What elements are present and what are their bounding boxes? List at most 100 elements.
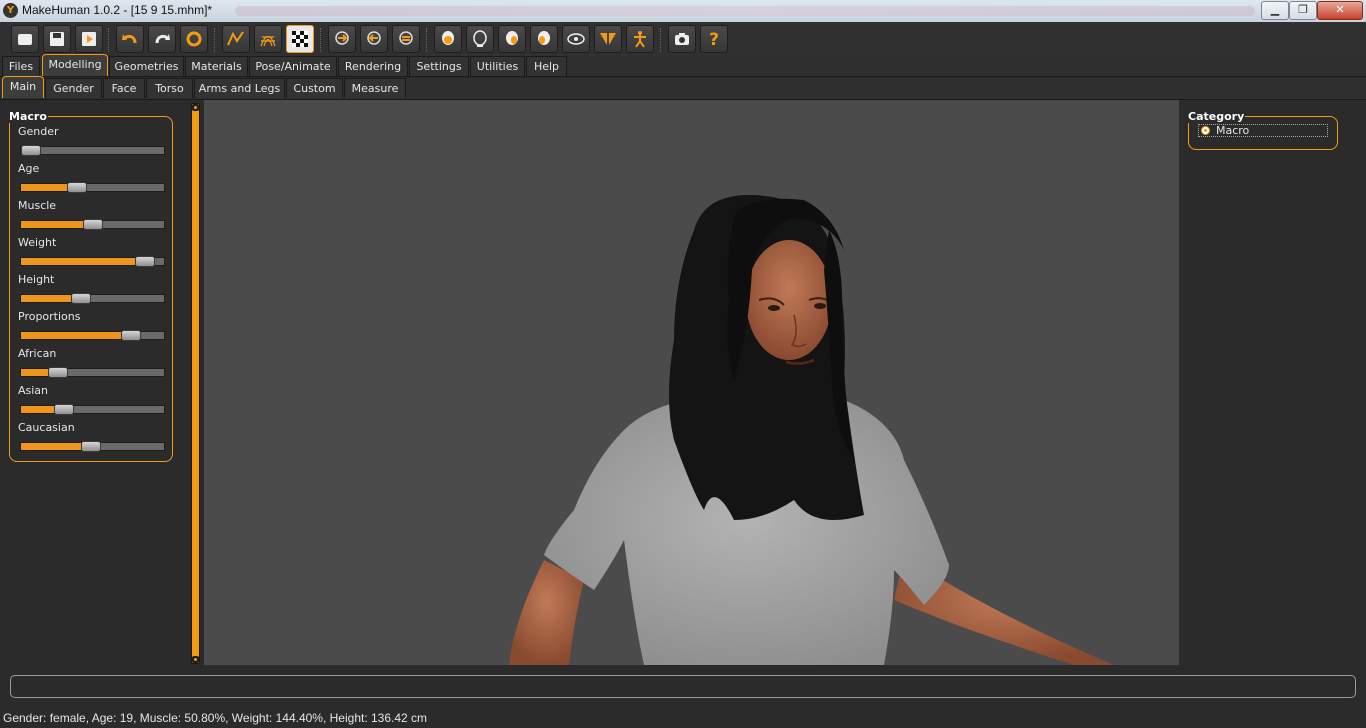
slider-handle[interactable]: [121, 330, 141, 341]
caucasian-slider[interactable]: [20, 441, 165, 452]
slider-handle[interactable]: [21, 145, 41, 156]
category-item-label: Macro: [1216, 124, 1250, 137]
undo-button[interactable]: [116, 25, 144, 53]
face-left-button[interactable]: [498, 25, 526, 53]
slider-label-age: Age: [18, 162, 40, 175]
scroll-up-arrow[interactable]: [192, 104, 199, 111]
top-view-button[interactable]: [562, 25, 590, 53]
undo-icon: [122, 34, 137, 44]
help-icon: ?: [709, 30, 719, 49]
gender-slider[interactable]: [20, 145, 165, 156]
toolbar-separator: [214, 28, 217, 52]
slider-fill: [21, 258, 145, 265]
slider-handle[interactable]: [67, 182, 87, 193]
age-slider[interactable]: [20, 182, 165, 193]
slider-handle[interactable]: [135, 256, 155, 267]
main-tab-bar: Files Modelling Geometries Materials Pos…: [0, 54, 1366, 77]
tab-custom[interactable]: Custom: [286, 78, 343, 98]
help-button[interactable]: ?: [700, 25, 728, 53]
wireframe-button[interactable]: [254, 25, 282, 53]
tab-utilities[interactable]: Utilities: [470, 56, 525, 76]
tab-main[interactable]: Main: [2, 76, 44, 98]
status-text: Gender: female, Age: 19, Muscle: 50.80%,…: [3, 711, 428, 725]
category-item-macro[interactable]: Macro: [1198, 124, 1328, 137]
app-logo-icon: Y: [3, 3, 18, 18]
smooth-icon: [227, 31, 244, 46]
screenshot-icon: [675, 33, 689, 45]
3d-viewport[interactable]: [204, 100, 1179, 665]
smooth-button[interactable]: [222, 25, 250, 53]
bottom-view-icon: [600, 33, 616, 45]
weight-slider[interactable]: [20, 256, 165, 267]
slider-label-asian: Asian: [18, 384, 49, 397]
bottom-view-button[interactable]: [594, 25, 622, 53]
save-icon: [50, 32, 64, 46]
height-slider[interactable]: [20, 293, 165, 304]
tab-materials[interactable]: Materials: [185, 56, 248, 76]
tab-torso[interactable]: Torso: [146, 78, 193, 98]
new-button[interactable]: [11, 25, 39, 53]
window-title: MakeHuman 1.0.2 - [15 9 15.mhm]*: [22, 3, 213, 17]
slider-fill: [21, 332, 131, 339]
save-button[interactable]: [43, 25, 71, 53]
redo-icon: [155, 34, 170, 44]
scroll-down-arrow[interactable]: [192, 656, 199, 663]
left-panel-scrollbar[interactable]: [191, 103, 200, 664]
tab-geometries[interactable]: Geometries: [109, 56, 184, 76]
new-icon: [18, 34, 32, 45]
title-bar-glass: [235, 6, 1255, 16]
close-button[interactable]: ✕: [1317, 1, 1363, 20]
front-view-button[interactable]: [328, 25, 356, 53]
slider-label-gender: Gender: [18, 125, 59, 138]
slider-handle[interactable]: [48, 367, 68, 378]
right-panel: Category Macro: [1180, 100, 1366, 665]
tab-gender[interactable]: Gender: [45, 78, 102, 98]
tab-rendering[interactable]: Rendering: [338, 56, 408, 76]
slider-handle[interactable]: [81, 441, 101, 452]
face-back-button[interactable]: [466, 25, 494, 53]
export-button[interactable]: [75, 25, 103, 53]
tab-face[interactable]: Face: [103, 78, 145, 98]
tab-help[interactable]: Help: [526, 56, 567, 76]
back-view-icon: [367, 31, 381, 45]
macro-title: Macro: [8, 110, 48, 123]
slider-label-african: African: [18, 347, 57, 360]
left-panel: Macro Gender Age Muscle Weight Height Pr…: [0, 100, 190, 665]
slider-label-height: Height: [18, 273, 55, 286]
tab-settings[interactable]: Settings: [409, 56, 469, 76]
face-left-icon: [506, 31, 518, 45]
background-icon: [292, 31, 308, 47]
back-view-button[interactable]: [360, 25, 388, 53]
toolbar-separator: [660, 28, 663, 52]
redo-button[interactable]: [148, 25, 176, 53]
export-icon: [82, 32, 96, 46]
slider-handle[interactable]: [83, 219, 103, 230]
tab-pose-animate[interactable]: Pose/Animate: [249, 56, 337, 76]
tab-arms-and-legs[interactable]: Arms and Legs: [194, 78, 285, 98]
tab-measure[interactable]: Measure: [344, 78, 406, 98]
skeleton-button[interactable]: [626, 25, 654, 53]
african-slider[interactable]: [20, 367, 165, 378]
background-button[interactable]: [286, 25, 314, 53]
maximize-button[interactable]: ❐: [1289, 1, 1317, 20]
tab-files[interactable]: Files: [2, 56, 40, 76]
face-front-button[interactable]: [434, 25, 462, 53]
muscle-slider[interactable]: [20, 219, 165, 230]
slider-handle[interactable]: [71, 293, 91, 304]
side-view-button[interactable]: [392, 25, 420, 53]
top-view-icon: [567, 33, 585, 45]
asian-slider[interactable]: [20, 404, 165, 415]
sub-tab-bar: Main Gender Face Torso Arms and Legs Cus…: [0, 76, 1366, 100]
skeleton-icon: [634, 31, 646, 48]
reset-button[interactable]: [180, 25, 208, 53]
slider-handle[interactable]: [54, 404, 74, 415]
face-right-button[interactable]: [530, 25, 558, 53]
svg-text:?: ?: [709, 30, 719, 49]
tab-modelling[interactable]: Modelling: [42, 54, 108, 76]
minimize-button[interactable]: ▁: [1261, 1, 1289, 20]
screenshot-button[interactable]: [668, 25, 696, 53]
slider-label-muscle: Muscle: [18, 199, 57, 212]
proportions-slider[interactable]: [20, 330, 165, 341]
radio-selected-icon[interactable]: [1201, 126, 1210, 135]
side-view-icon: [399, 31, 413, 45]
